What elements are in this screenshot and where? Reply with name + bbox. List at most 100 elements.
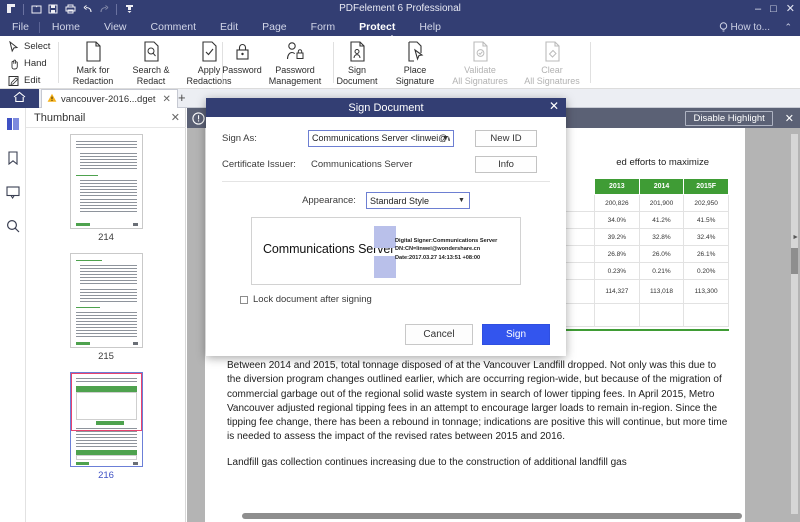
- maximize-button[interactable]: □: [770, 3, 777, 15]
- cancel-button[interactable]: Cancel: [405, 324, 473, 345]
- menu-items: File Home View Comment Edit Page Form Pr…: [6, 18, 453, 36]
- thumbnail-panel-title: Thumbnail: [34, 111, 86, 124]
- clear-all-signatures-label-2: All Signatures: [524, 75, 580, 86]
- place-signature-label-2: Signature: [395, 75, 435, 86]
- title-bar: PDFelement 6 Professional – □ ✕: [0, 0, 800, 18]
- vertical-scrollbar-track[interactable]: [791, 134, 798, 514]
- new-id-button[interactable]: New ID: [475, 129, 537, 147]
- table-cell: 41.2%: [638, 211, 685, 229]
- lock-document-checkbox[interactable]: [240, 295, 248, 304]
- thumbnail-panel-close-icon[interactable]: ✕: [171, 111, 180, 124]
- select-tool[interactable]: Select: [8, 39, 50, 54]
- window-controls: – □ ✕: [755, 0, 795, 18]
- menu-item-home[interactable]: Home: [40, 18, 92, 36]
- document-tab[interactable]: vancouver-2016...dget ✕: [41, 89, 178, 108]
- scroll-up-arrow-icon[interactable]: ►: [792, 234, 799, 241]
- document-tab-close-icon[interactable]: ✕: [163, 94, 171, 105]
- how-to-label: How to...: [730, 21, 770, 33]
- left-icon-rail: [0, 108, 26, 522]
- page-cursor-icon: [386, 40, 444, 63]
- page-person-icon: [328, 40, 386, 63]
- comment-icon[interactable]: [5, 184, 21, 200]
- lightbulb-icon: [719, 21, 728, 33]
- menu-item-protect[interactable]: Protect: [347, 18, 407, 36]
- sign-button[interactable]: Sign: [482, 324, 550, 345]
- menu-item-page[interactable]: Page: [250, 18, 299, 36]
- collapse-ribbon-button[interactable]: ⌃: [784, 18, 792, 36]
- minimize-button[interactable]: –: [755, 3, 761, 15]
- password-management-button[interactable]: Password Management: [261, 40, 329, 86]
- thumbnail-item[interactable]: 215: [26, 247, 186, 366]
- chevron-down-icon: ▼: [442, 134, 449, 142]
- table-cell: 200,826: [594, 194, 640, 212]
- ribbon-divider-1: [58, 42, 59, 83]
- warning-icon: [47, 93, 57, 106]
- sign-as-dropdown[interactable]: Communications Server <linwei@wonders ▼: [308, 129, 454, 147]
- mark-for-redaction-label-2: Redaction: [72, 75, 114, 86]
- thumbnail-page-preview: [69, 134, 143, 229]
- signature-detail-line-3: Date:2017.03.27 14:13:51 +08:00: [395, 254, 481, 261]
- dialog-divider: [222, 181, 550, 182]
- thumbnail-list[interactable]: 214 215 216: [26, 128, 186, 522]
- mark-for-redaction-button[interactable]: Mark for Redaction: [64, 40, 122, 86]
- thumbnail-item[interactable]: 214: [26, 128, 186, 247]
- sign-document-dialog: Sign Document ✕ Sign As: Communications …: [206, 98, 566, 356]
- password-management-label-1: Password: [275, 65, 315, 75]
- edit-tool[interactable]: Edit: [8, 73, 50, 88]
- certificate-issuer-label: Certificate Issuer:: [222, 158, 296, 170]
- menu-item-file[interactable]: File: [6, 18, 39, 36]
- table-cell: 39.2%: [594, 228, 640, 246]
- close-button[interactable]: ✕: [786, 3, 795, 15]
- table-cell: 32.8%: [638, 228, 685, 246]
- thumbnail-icon[interactable]: [5, 116, 21, 132]
- appearance-dropdown[interactable]: Standard Style ▼: [365, 192, 470, 209]
- menu-item-edit[interactable]: Edit: [208, 18, 250, 36]
- sign-document-button[interactable]: Sign Document: [328, 40, 386, 86]
- home-tab[interactable]: [0, 89, 39, 108]
- page-icon: [64, 40, 122, 63]
- search-icon[interactable]: [5, 218, 21, 234]
- dialog-close-icon[interactable]: ✕: [549, 99, 559, 113]
- clear-all-signatures-button: Clear All Signatures: [516, 40, 588, 86]
- menu-item-view[interactable]: View: [92, 18, 139, 36]
- thumbnail-item[interactable]: 216: [26, 366, 186, 485]
- hand-tool[interactable]: Hand: [8, 56, 50, 71]
- disable-highlight-button[interactable]: Disable Highlight: [685, 110, 773, 126]
- vertical-scrollbar-thumb[interactable]: [791, 248, 798, 274]
- notification-close-icon[interactable]: ✕: [785, 112, 794, 125]
- table-cell: 201,900: [638, 194, 685, 212]
- info-button[interactable]: Info: [475, 155, 537, 173]
- menu-item-help[interactable]: Help: [407, 18, 453, 36]
- select-tool-label: Select: [24, 41, 51, 52]
- appearance-row: Appearance: Standard Style ▼: [222, 192, 550, 209]
- info-exclamation-icon: [192, 111, 205, 125]
- dialog-body: Sign As: Communications Server <linwei@w…: [206, 117, 566, 356]
- certificate-issuer-value: Communications Server: [311, 158, 413, 170]
- document-tab-label: vancouver-2016...dget: [61, 93, 156, 105]
- bookmark-icon[interactable]: [5, 150, 21, 166]
- thumbnail-page-preview: [69, 372, 143, 467]
- home-icon: [13, 90, 26, 108]
- how-to-button[interactable]: How to...: [719, 18, 770, 36]
- signature-preview-details: Digital Signer:Communications Server DN:…: [395, 237, 497, 262]
- sign-as-value: Communications Server <linwei@wonders: [312, 133, 450, 143]
- sign-document-label-1: Sign: [347, 65, 366, 75]
- horizontal-scrollbar-thumb[interactable]: [242, 513, 742, 519]
- validate-all-signatures-label-1: Validate: [464, 65, 496, 75]
- place-signature-button[interactable]: Place Signature: [386, 40, 444, 86]
- body-paragraph-1: Between 2014 and 2015, total tonnage dis…: [227, 360, 728, 443]
- edit-tool-label: Edit: [24, 75, 41, 86]
- search-and-redact-button[interactable]: Search & Redact: [122, 40, 180, 86]
- signature-preview: Communications Server Digital Signer:Com…: [251, 217, 521, 285]
- thumbnail-page-number: 216: [98, 470, 114, 481]
- menu-item-comment[interactable]: Comment: [139, 18, 209, 36]
- clear-all-signatures-label-1: Clear: [541, 65, 563, 75]
- page-search-icon: [122, 40, 180, 63]
- lock-document-row[interactable]: Lock document after signing: [222, 294, 550, 305]
- table-cell: 202,950: [683, 194, 729, 212]
- menu-item-form[interactable]: Form: [299, 18, 348, 36]
- dialog-footer: Cancel Sign: [405, 324, 550, 345]
- new-tab-button[interactable]: +: [178, 90, 186, 106]
- application-window: PDFelement 6 Professional – □ ✕ File Hom…: [0, 0, 800, 522]
- cursor-arrow-icon: [9, 40, 19, 52]
